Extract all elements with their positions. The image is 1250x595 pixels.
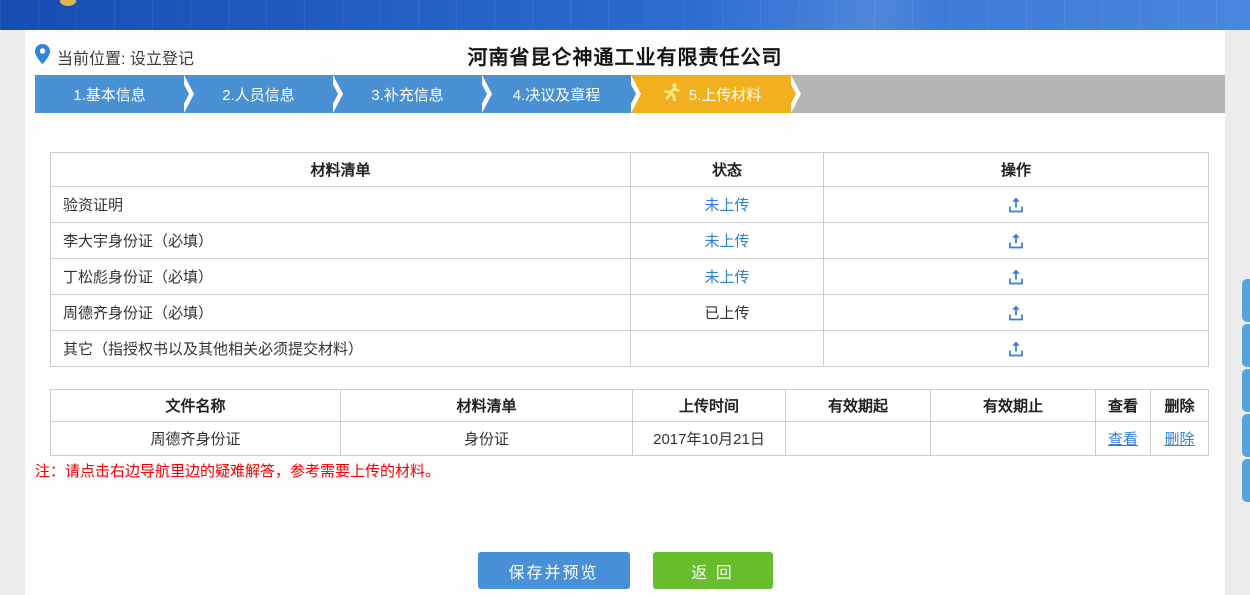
logo-fragment <box>60 0 76 6</box>
file-upload-time: 2017年10月21日 <box>633 422 786 456</box>
upload-button[interactable] <box>1006 195 1026 215</box>
status-text: 未上传 <box>631 259 824 295</box>
column-header-delete: 删除 <box>1151 390 1209 422</box>
step-4-resolutions-charter[interactable]: 4.决议及章程 <box>482 75 631 113</box>
materials-header-row: 材料清单 状态 操作 <box>51 153 1209 187</box>
upload-button[interactable] <box>1006 339 1026 359</box>
delete-link[interactable]: 删除 <box>1164 431 1194 448</box>
table-row: 丁松彪身份证（必填） 未上传 <box>51 259 1209 295</box>
column-header-material: 材料清单 <box>51 153 631 187</box>
side-tab[interactable] <box>1242 414 1250 457</box>
side-tab[interactable] <box>1242 324 1250 367</box>
step-label: 2.人员信息 <box>222 84 295 105</box>
column-header-valid-to: 有效期止 <box>931 390 1096 422</box>
files-header-row: 文件名称 材料清单 上传时间 有效期起 有效期止 查看 删除 <box>51 390 1209 422</box>
step-label: 3.补充信息 <box>371 84 444 105</box>
file-material: 身份证 <box>341 422 633 456</box>
status-text: 未上传 <box>631 223 824 259</box>
column-header-status: 状态 <box>631 153 824 187</box>
column-header-view: 查看 <box>1096 390 1151 422</box>
table-row: 验资证明 未上传 <box>51 187 1209 223</box>
column-header-valid-from: 有效期起 <box>786 390 931 422</box>
uploaded-files-table: 文件名称 材料清单 上传时间 有效期起 有效期止 查看 删除 周德齐身份证 身份… <box>50 389 1209 456</box>
file-valid-to <box>931 422 1096 456</box>
upload-button[interactable] <box>1006 231 1026 251</box>
step-3-supplementary-info[interactable]: 3.补充信息 <box>333 75 482 113</box>
column-header-material: 材料清单 <box>341 390 633 422</box>
status-text: 未上传 <box>631 187 824 223</box>
materials-table: 材料清单 状态 操作 验资证明 未上传 李大宇身份证（必填） <box>50 152 1209 367</box>
save-preview-button[interactable]: 保存并预览 <box>478 552 630 589</box>
page-title: 河南省昆仑神通工业有限责任公司 <box>25 41 1225 70</box>
side-tab[interactable] <box>1242 459 1250 502</box>
file-name: 周德齐身份证 <box>51 422 341 456</box>
column-header-upload-time: 上传时间 <box>633 390 786 422</box>
status-text <box>631 331 824 367</box>
side-tab[interactable] <box>1242 369 1250 412</box>
table-row: 李大宇身份证（必填） 未上传 <box>51 223 1209 259</box>
table-row: 其它（指授权书以及其他相关必须提交材料） <box>51 331 1209 367</box>
bottom-actions: 保存并预览 返 回 <box>25 552 1225 589</box>
screen: 当前位置: 设立登记 河南省昆仑神通工业有限责任公司 1.基本信息 2.人员信息… <box>0 0 1250 595</box>
note-text: 注：请点击右边导航里边的疑难解答，参考需要上传的材料。 <box>35 460 440 481</box>
step-label: 5.上传材料 <box>689 84 762 105</box>
file-valid-from <box>786 422 931 456</box>
upload-button[interactable] <box>1006 303 1026 323</box>
step-5-upload-materials[interactable]: 5.上传材料 <box>631 75 791 113</box>
status-text: 已上传 <box>631 295 824 331</box>
upload-button[interactable] <box>1006 267 1026 287</box>
running-person-icon <box>661 81 683 107</box>
step-nav: 1.基本信息 2.人员信息 3.补充信息 4.决议及章程 <box>35 75 1225 113</box>
table-row: 周德齐身份证（必填） 已上传 <box>51 295 1209 331</box>
material-name: 李大宇身份证（必填） <box>51 223 631 259</box>
material-name: 验资证明 <box>51 187 631 223</box>
step-label: 1.基本信息 <box>73 84 146 105</box>
step-2-personnel-info[interactable]: 2.人员信息 <box>184 75 333 113</box>
column-header-action: 操作 <box>824 153 1209 187</box>
material-name: 其它（指授权书以及其他相关必须提交材料） <box>51 331 631 367</box>
column-header-file-name: 文件名称 <box>51 390 341 422</box>
step-label: 4.决议及章程 <box>513 84 601 105</box>
table-row: 周德齐身份证 身份证 2017年10月21日 查看 删除 <box>51 422 1209 456</box>
main-panel: 当前位置: 设立登记 河南省昆仑神通工业有限责任公司 1.基本信息 2.人员信息… <box>25 30 1225 595</box>
step-1-basic-info[interactable]: 1.基本信息 <box>35 75 184 113</box>
step-nav-remainder <box>791 75 1225 113</box>
top-banner <box>0 0 1250 30</box>
back-button[interactable]: 返 回 <box>653 552 773 589</box>
side-tab[interactable] <box>1242 279 1250 322</box>
material-name: 周德齐身份证（必填） <box>51 295 631 331</box>
view-link[interactable]: 查看 <box>1108 431 1138 448</box>
material-name: 丁松彪身份证（必填） <box>51 259 631 295</box>
